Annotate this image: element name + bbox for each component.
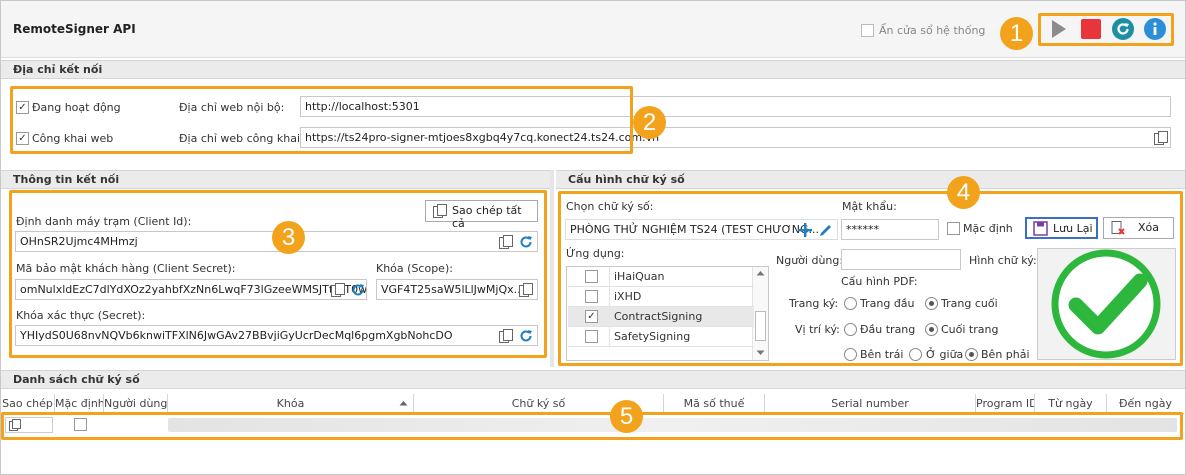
copy-icon (1154, 131, 1168, 145)
col-serial[interactable]: Serial number (765, 394, 976, 414)
col-copy[interactable]: Sao chép (1, 394, 55, 414)
sort-asc-icon (399, 401, 408, 406)
info-icon (1144, 18, 1166, 40)
callout-badge-4: 4 (947, 176, 980, 209)
info-section-header: Thông tin kết nối (1, 170, 550, 189)
callout-badge-5: 5 (610, 400, 643, 433)
callout-badge-1: 1 (1000, 17, 1033, 50)
col-default[interactable]: Mặc định (55, 394, 104, 414)
refresh-icon (1112, 18, 1134, 40)
callout-box-4 (558, 191, 1183, 366)
panel-splitter (550, 170, 554, 367)
stop-button[interactable] (1079, 17, 1103, 41)
info-button[interactable] (1143, 17, 1167, 41)
callout-box-2 (10, 86, 633, 154)
hide-window-checkbox[interactable] (861, 24, 874, 37)
play-button[interactable] (1046, 17, 1070, 41)
app-title: RemoteSigner API (13, 22, 136, 36)
copy-public-url-button[interactable] (1153, 130, 1169, 146)
connection-section-header: Địa chỉ kết nối (1, 60, 1185, 79)
hide-window-label: Ẩn cửa sổ hệ thống (879, 24, 986, 37)
callout-badge-3: 3 (272, 221, 305, 254)
col-key-label: Khóa (276, 397, 305, 410)
col-to-date[interactable]: Đến ngày (1107, 394, 1184, 414)
callout-box-5 (1, 412, 1183, 440)
col-tax-code[interactable]: Mã số thuế (664, 394, 765, 414)
stop-icon (1081, 19, 1101, 39)
col-user[interactable]: Người dùng (104, 394, 168, 414)
callout-box-3 (9, 190, 547, 358)
list-section-header: Danh sách chữ ký số (1, 370, 1185, 389)
refresh-button[interactable] (1111, 17, 1135, 41)
col-from-date[interactable]: Từ ngày (1035, 394, 1107, 414)
play-icon (1052, 20, 1066, 38)
col-key[interactable]: Khóa (168, 394, 414, 414)
signature-section-header: Cấu hình chữ ký số (556, 170, 1185, 189)
col-program-id[interactable]: Program ID (976, 394, 1035, 414)
callout-badge-2: 2 (633, 106, 666, 139)
